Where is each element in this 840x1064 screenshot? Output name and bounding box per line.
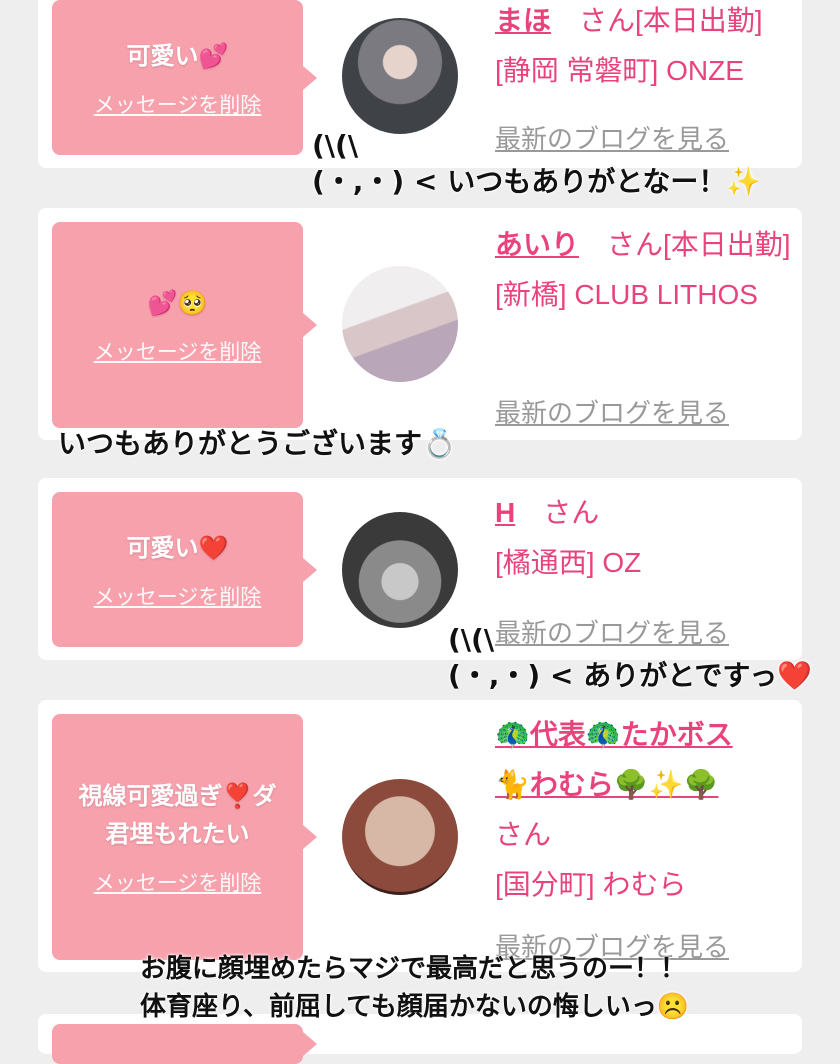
overlay-caption-line: お腹に顔埋めたらマジで最高だと思うのー！！ [140,954,687,984]
cast-status: さん[本日出勤] [579,5,763,36]
cast-name-link[interactable]: 🐈わむら🌳✨🌳 [495,760,795,810]
overlay-caption-line: (・,・) < いつもありがとなー！✨ [312,165,762,198]
cast-status: さん [495,819,552,850]
overlay-caption-line: 体育座り、前屈しても顔届かないの悔しいっ☹️ [140,992,690,1022]
avatar[interactable] [342,779,458,895]
cast-name-link[interactable]: まほ [495,5,551,36]
latest-blog-link[interactable]: 最新のブログを見る [495,388,729,438]
overlay-caption-line: (\(\ [312,129,359,162]
delete-message-link[interactable]: メッセージを削除 [94,867,262,897]
message-text-line: 視線可愛過ぎ❣️ダ [78,782,277,810]
message-card: 視線可愛過ぎ❣️ダ 君埋もれたい メッセージを削除 🦚代表🦚たかボス 🐈わむら🌳… [38,700,802,972]
message-bubble: 可愛い💕 メッセージを削除 [52,0,317,155]
avatar[interactable] [342,18,458,134]
delete-message-link[interactable]: メッセージを削除 [94,336,262,366]
store-info: [静岡 常磐町] ONZE [495,55,744,86]
store-info: [新橋] CLUB LITHOS [495,279,758,310]
overlay-caption: (\(\ (・,・) < ありがとですっ❤️ [448,622,812,694]
overlay-caption: (\(\ (・,・) < いつもありがとなー！✨ [312,128,761,200]
cast-info: 🦚代表🦚たかボス 🐈わむら🌳✨🌳 さん [国分町] わむら 最新のブログを見る [495,710,795,972]
cast-status: さん [543,497,600,528]
cast-name-link[interactable]: あいり [495,229,579,260]
overlay-caption: お腹に顔埋めたらマジで最高だと思うのー！！ 体育座り、前屈しても顔届かないの悔し… [140,950,689,1026]
overlay-caption: いつもありがとうございます💍 [58,427,457,460]
message-bubble: 可愛い❤️ メッセージを削除 [52,492,317,647]
message-text: 可愛い💕 [126,41,229,70]
message-card: 💕🥺 メッセージを削除 あいり さん[本日出勤] [新橋] CLUB LITHO… [38,208,802,440]
cast-info: あいり さん[本日出勤] [新橋] CLUB LITHOS 最新のブログを見る [495,220,795,440]
store-info: [国分町] わむら [495,869,687,900]
overlay-caption-line: (\(\ [448,623,495,656]
message-bubble: 💕🥺 メッセージを削除 [52,222,317,428]
overlay-caption-line: (・,・) < ありがとですっ❤️ [448,659,813,692]
message-bubble: 視線可愛過ぎ❣️ダ 君埋もれたい メッセージを削除 [52,714,317,960]
message-bubble [52,1024,317,1064]
message-text: 💕🥺 [147,289,208,317]
avatar[interactable] [342,512,458,628]
cast-status: さん[本日出勤] [607,229,791,260]
cast-name-link[interactable]: 🦚代表🦚たかボス [495,710,795,760]
store-info: [橘通西] OZ [495,547,642,578]
delete-message-link[interactable]: メッセージを削除 [94,581,262,611]
message-text-line: 君埋もれたい [105,820,250,848]
message-text: 視線可愛過ぎ❣️ダ 君埋もれたい [71,777,285,853]
cast-name-link[interactable]: H [495,497,515,528]
delete-message-link[interactable]: メッセージを削除 [94,89,262,119]
message-text: 可愛い❤️ [126,533,229,562]
avatar[interactable] [342,266,458,382]
